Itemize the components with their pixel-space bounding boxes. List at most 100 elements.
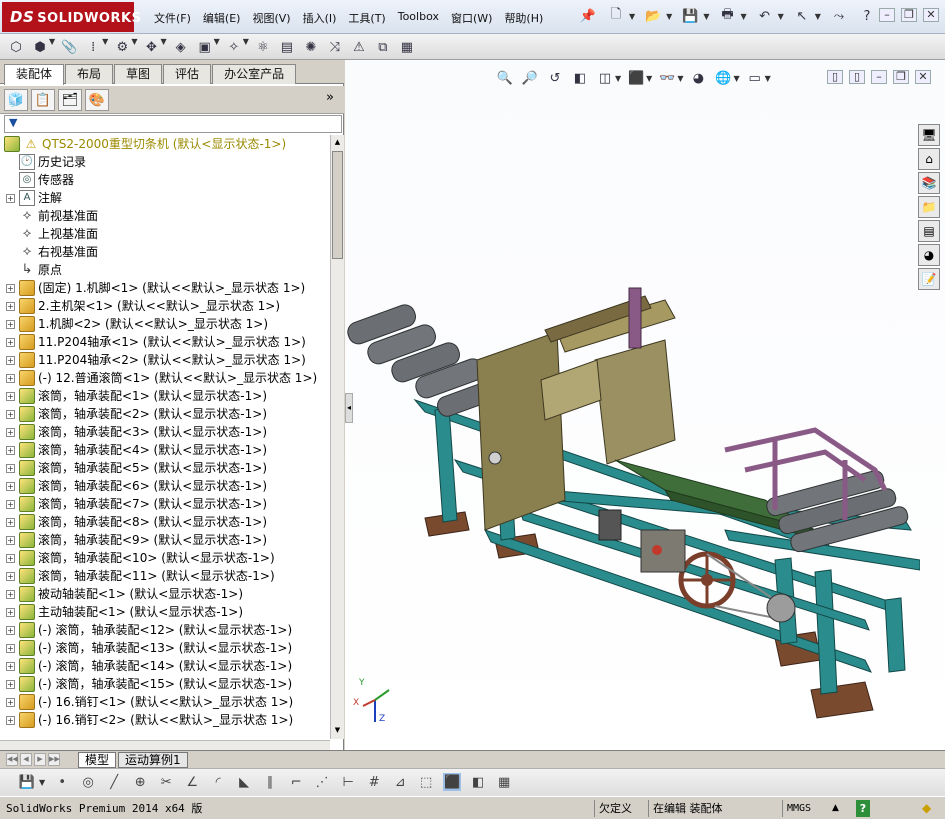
dotted-box-icon[interactable]: ⋰ bbox=[313, 773, 331, 791]
new-dropdown-icon[interactable]: ▼ bbox=[629, 12, 635, 21]
linear-pattern-icon[interactable]: ⁞ bbox=[83, 37, 103, 57]
property-manager-tab-icon[interactable]: 📋 bbox=[31, 89, 55, 111]
help-icon[interactable]: ? bbox=[857, 6, 877, 26]
expand-toggle-icon[interactable]: + bbox=[6, 679, 15, 689]
assembly-model[interactable] bbox=[345, 60, 920, 750]
custom-properties-icon[interactable]: 📝 bbox=[918, 268, 940, 290]
tree-horizontal-scrollbar[interactable] bbox=[0, 740, 330, 750]
explode-line-icon[interactable]: ⤨ bbox=[325, 37, 345, 57]
notification-icon[interactable]: ◆ bbox=[922, 800, 931, 817]
units-status[interactable]: MMGS bbox=[782, 800, 811, 817]
filter-icon[interactable]: ▼ bbox=[9, 116, 17, 129]
units-up-icon[interactable]: ▲ bbox=[832, 800, 839, 817]
expand-toggle-icon[interactable]: + bbox=[6, 481, 15, 491]
expand-toggle-icon[interactable]: + bbox=[6, 553, 15, 563]
center-icon[interactable]: ⊕ bbox=[131, 773, 149, 791]
expand-toggle-icon[interactable]: + bbox=[6, 517, 15, 527]
line-sketch-icon[interactable]: ╱ bbox=[105, 773, 123, 791]
menu-help[interactable]: 帮助(H) bbox=[498, 8, 549, 28]
relation-icon[interactable]: ⊿ bbox=[391, 773, 409, 791]
tab-prev-icon[interactable]: ◀ bbox=[20, 753, 32, 766]
graphics-area[interactable]: ◂ 🔍 🔎 ↺ ◧ ◫ ▼ ⬛ ▼ 👓 ▼ ◕ 🌐 ▼ ▭ ▼ ▯ ▯ – ❐ ✕ bbox=[345, 60, 945, 750]
tree-row[interactable]: + (-) 16.销钉<2> (默认<<默认>_显示状态 1>) bbox=[0, 711, 293, 729]
angle-icon[interactable]: ∠ bbox=[183, 773, 201, 791]
expand-toggle-icon[interactable]: + bbox=[6, 463, 15, 473]
tree-row[interactable]: ⟡ 右视基准面 bbox=[0, 243, 98, 261]
undo-icon[interactable]: ↶ bbox=[755, 6, 775, 26]
solidworks-resources-icon[interactable]: 🖥 bbox=[918, 124, 940, 146]
expand-toggle-icon[interactable]: + bbox=[6, 373, 15, 383]
tree-row[interactable]: + 滚筒，轴承装配<7> (默认<显示状态-1>) bbox=[0, 495, 267, 513]
save-dropdown-icon[interactable]: ▼ bbox=[703, 12, 709, 21]
expand-toggle-icon[interactable]: + bbox=[6, 337, 15, 347]
fasteners-dropdown-icon[interactable]: ▼ bbox=[131, 37, 137, 57]
tree-row[interactable]: + 滚筒，轴承装配<4> (默认<显示状态-1>) bbox=[0, 441, 267, 459]
mate-icon[interactable]: 📎 bbox=[59, 37, 79, 57]
menu-window[interactable]: 窗口(W) bbox=[445, 8, 498, 28]
minimize-icon[interactable]: – bbox=[879, 8, 895, 22]
tree-row[interactable]: + (-) 12.普通滚筒<1> (默认<<默认>_显示状态 1>) bbox=[0, 369, 317, 387]
new-document-icon[interactable]: 🗋 bbox=[606, 6, 626, 26]
restore-icon[interactable]: ❐ bbox=[901, 8, 917, 22]
menu-view[interactable]: 视图(V) bbox=[246, 8, 296, 28]
table-icon[interactable]: ▦ bbox=[495, 773, 513, 791]
rebuild-icon[interactable]: ⤳ bbox=[829, 6, 849, 26]
save-dropdown-icon[interactable]: ▼ bbox=[39, 778, 45, 787]
corner-icon[interactable]: ⌐ bbox=[287, 773, 305, 791]
snapshot-icon[interactable]: ▦ bbox=[397, 37, 417, 57]
reference-geometry-icon[interactable]: ✧ bbox=[224, 37, 244, 57]
expand-toggle-icon[interactable]: + bbox=[6, 715, 15, 725]
cube-shaded-icon[interactable]: ⬛ bbox=[443, 773, 462, 791]
tree-row[interactable]: +11.P204轴承<1> (默认<<默认>_显示状态 1>) bbox=[0, 333, 306, 351]
circle-sketch-icon[interactable]: ◎ bbox=[79, 773, 97, 791]
exploded-view-icon[interactable]: ✺ bbox=[301, 37, 321, 57]
tree-row[interactable]: + 滚筒，轴承装配<5> (默认<显示状态-1>) bbox=[0, 459, 267, 477]
expand-toggle-icon[interactable]: + bbox=[6, 499, 15, 509]
tab-first-icon[interactable]: ◀◀ bbox=[6, 753, 18, 766]
filter-field[interactable]: ▼ bbox=[4, 115, 342, 133]
features-dropdown-icon[interactable]: ▼ bbox=[214, 37, 220, 57]
display-manager-tab-icon[interactable]: 🎨 bbox=[85, 89, 109, 111]
tree-row[interactable]: + 主动轴装配<1> (默认<显示状态-1>) bbox=[0, 603, 243, 621]
print-dropdown-icon[interactable]: ▼ bbox=[740, 12, 746, 21]
tree-row[interactable]: ↳ 原点 bbox=[0, 261, 62, 279]
file-explorer-icon[interactable]: 📁 bbox=[918, 196, 940, 218]
expand-toggle-icon[interactable]: + bbox=[6, 409, 15, 419]
expand-toggle-icon[interactable]: + bbox=[6, 301, 15, 311]
expand-toggle-icon[interactable]: + bbox=[6, 391, 15, 401]
insert-component-icon[interactable]: ⬡ bbox=[6, 37, 26, 57]
expand-panel-icon[interactable]: » bbox=[326, 90, 334, 105]
expand-toggle-icon[interactable]: + bbox=[6, 427, 15, 437]
tab-assembly[interactable]: 装配体 bbox=[4, 64, 65, 85]
open-icon[interactable]: 📂 bbox=[643, 6, 663, 26]
expand-toggle-icon[interactable]: + bbox=[6, 571, 15, 581]
reference-dropdown-icon[interactable]: ▼ bbox=[243, 37, 249, 57]
tree-vertical-scrollbar[interactable]: ▲ ▼ bbox=[330, 135, 344, 739]
tree-row[interactable]: + A 注解 bbox=[0, 189, 62, 207]
tab-layout[interactable]: 布局 bbox=[65, 64, 114, 84]
tree-row[interactable]: ◎ 传感器 bbox=[0, 171, 74, 189]
trim-icon[interactable]: ✂ bbox=[157, 773, 175, 791]
smart-fasteners-icon[interactable]: ⚙ bbox=[112, 37, 132, 57]
tree-root[interactable]: ⚠ QTS2-2000重型切条机 (默认<显示状态-1>) bbox=[0, 135, 286, 153]
tree-row[interactable]: + 滚筒，轴承装配<2> (默认<显示状态-1>) bbox=[0, 405, 267, 423]
scene-icon[interactable]: ◧ bbox=[469, 773, 487, 791]
undo-dropdown-icon[interactable]: ▼ bbox=[778, 12, 784, 21]
fillet-icon[interactable]: ◜ bbox=[209, 773, 227, 791]
expand-toggle-icon[interactable]: + bbox=[6, 607, 15, 617]
appearances-icon[interactable]: ◕ bbox=[918, 244, 940, 266]
open-dropdown-icon[interactable]: ▼ bbox=[666, 12, 672, 21]
tab-last-icon[interactable]: ▶▶ bbox=[48, 753, 60, 766]
grid-icon[interactable]: # bbox=[365, 773, 383, 791]
pattern-dropdown-icon[interactable]: ▼ bbox=[102, 37, 108, 57]
tree-row[interactable]: + 滚筒，轴承装配<8> (默认<显示状态-1>) bbox=[0, 513, 267, 531]
tab-motion-study[interactable]: 运动算例1 bbox=[118, 752, 188, 768]
cube-wireframe-icon[interactable]: ⬚ bbox=[417, 773, 435, 791]
scroll-up-icon[interactable]: ▲ bbox=[332, 135, 343, 149]
tree-row[interactable]: +11.P204轴承<2> (默认<<默认>_显示状态 1>) bbox=[0, 351, 306, 369]
tab-office-products[interactable]: 办公室产品 bbox=[212, 64, 297, 84]
tree-row[interactable]: + (-) 滚筒，轴承装配<14> (默认<显示状态-1>) bbox=[0, 657, 292, 675]
expand-toggle-icon[interactable]: + bbox=[6, 535, 15, 545]
tab-evaluate[interactable]: 评估 bbox=[163, 64, 212, 84]
assembly-features-icon[interactable]: ▣ bbox=[195, 37, 215, 57]
